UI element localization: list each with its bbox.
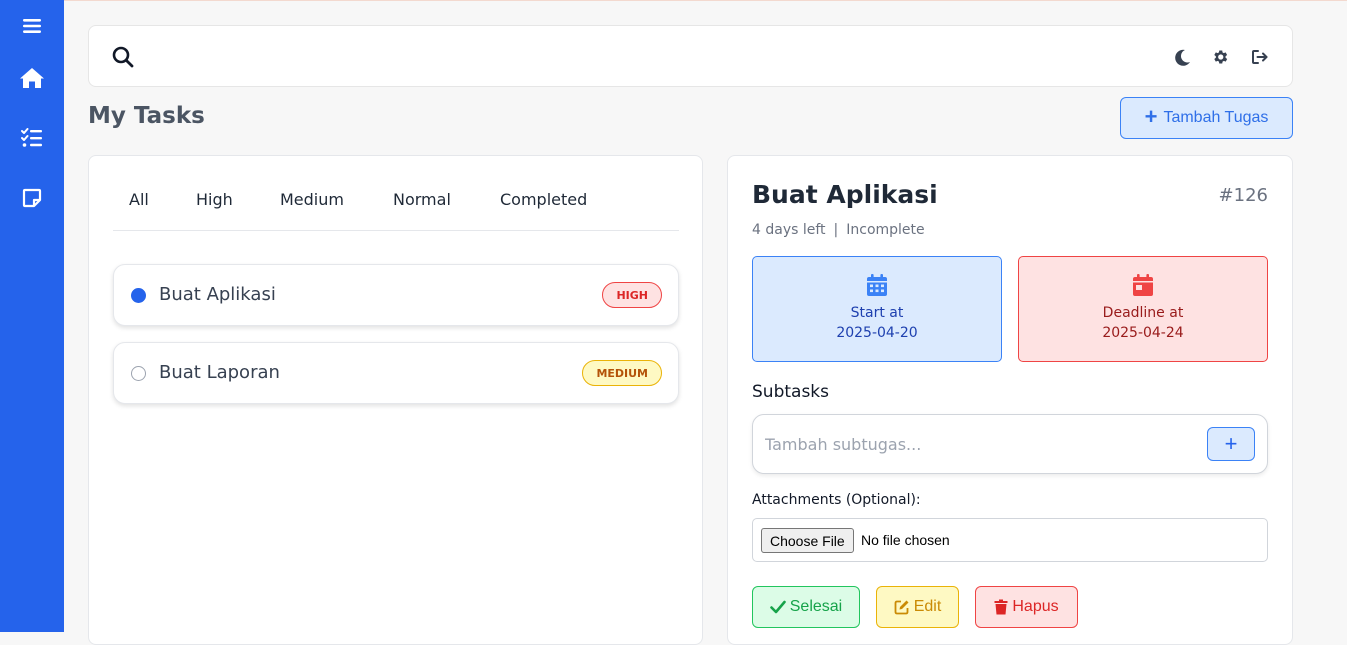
- complete-button[interactable]: Selesai: [752, 586, 860, 628]
- choose-file-button[interactable]: Choose File: [761, 528, 854, 553]
- top-bar: [88, 25, 1293, 87]
- plus-icon: +: [1224, 431, 1238, 456]
- complete-label: Selesai: [789, 598, 843, 615]
- home-icon: [20, 68, 44, 88]
- task-status: Incomplete: [846, 222, 925, 238]
- moon-icon: [1175, 49, 1190, 66]
- sidebar-item-home[interactable]: [0, 60, 64, 96]
- logout-button[interactable]: [1248, 45, 1272, 69]
- add-task-label: Tambah Tugas: [1163, 109, 1269, 126]
- attachments-label: Attachments (Optional):: [752, 492, 921, 508]
- subtask-input[interactable]: [765, 429, 1195, 459]
- task-id: #126: [1218, 185, 1268, 206]
- priority-badge: HIGH: [602, 282, 662, 308]
- add-subtask-button[interactable]: +: [1207, 427, 1255, 461]
- sidebar: [0, 0, 64, 632]
- deadline-date: 2025-04-24: [1102, 325, 1184, 341]
- sidebar-item-menu[interactable]: [0, 8, 64, 44]
- add-task-button[interactable]: + Tambah Tugas: [1120, 97, 1293, 139]
- days-left: 4 days left: [752, 222, 826, 238]
- task-unselected-indicator: [131, 366, 146, 381]
- task-list-icon: [21, 128, 42, 147]
- task-title: Buat Aplikasi: [159, 284, 276, 305]
- dark-mode-toggle[interactable]: [1171, 45, 1195, 69]
- start-date: 2025-04-20: [836, 325, 918, 341]
- file-input-field: Choose File No file chosen: [752, 518, 1268, 562]
- note-icon: [22, 188, 42, 208]
- task-title: Buat Laporan: [159, 362, 280, 383]
- gear-icon: [1214, 50, 1228, 64]
- logout-icon: [1252, 50, 1268, 64]
- top-border: [0, 0, 1347, 1]
- search-icon: [112, 46, 134, 68]
- deadline-label: Deadline at: [1102, 305, 1184, 321]
- tab-completed[interactable]: Completed: [500, 190, 587, 209]
- tab-normal[interactable]: Normal: [393, 190, 451, 209]
- page-title: My Tasks: [88, 103, 205, 129]
- task-detail-panel: Buat Aplikasi #126 4 days left | Incomplet…: [727, 155, 1293, 645]
- subtasks-heading: Subtasks: [752, 382, 829, 402]
- task-meta: 4 days left | Incomplete: [752, 222, 925, 238]
- edit-button[interactable]: Edit: [876, 586, 959, 628]
- plus-icon: +: [1144, 104, 1158, 129]
- file-status: No file chosen: [861, 532, 950, 548]
- search-button[interactable]: [111, 45, 135, 69]
- calendar-icon: [1133, 274, 1153, 296]
- menu-icon: [23, 19, 41, 33]
- delete-label: Hapus: [1012, 598, 1059, 615]
- trash-icon: [994, 599, 1008, 615]
- edit-label: Edit: [913, 598, 942, 615]
- delete-button[interactable]: Hapus: [975, 586, 1078, 628]
- edit-icon: [894, 600, 909, 615]
- detail-title: Buat Aplikasi: [752, 180, 938, 209]
- task-card[interactable]: Buat Laporan MEDIUM: [113, 342, 679, 404]
- tab-all[interactable]: All: [129, 190, 149, 209]
- meta-separator: |: [833, 222, 839, 238]
- check-icon: [769, 600, 786, 614]
- sidebar-item-notes[interactable]: [0, 180, 64, 216]
- deadline-date-box: Deadline at 2025-04-24: [1018, 256, 1268, 362]
- settings-button[interactable]: [1208, 45, 1232, 69]
- subtask-input-group: +: [752, 414, 1268, 474]
- tab-high[interactable]: High: [196, 190, 233, 209]
- task-card[interactable]: Buat Aplikasi HIGH: [113, 264, 679, 326]
- start-date-box: Start at 2025-04-20: [752, 256, 1002, 362]
- start-label: Start at: [850, 305, 904, 321]
- task-selected-indicator: [131, 288, 146, 303]
- task-list-panel: All High Medium Normal Completed Buat Ap…: [88, 155, 703, 645]
- priority-badge: MEDIUM: [582, 360, 662, 386]
- sidebar-item-tasks[interactable]: [0, 120, 64, 156]
- tab-medium[interactable]: Medium: [280, 190, 344, 209]
- calendar-icon: [867, 274, 887, 296]
- filter-tabs: All High Medium Normal Completed: [113, 178, 679, 231]
